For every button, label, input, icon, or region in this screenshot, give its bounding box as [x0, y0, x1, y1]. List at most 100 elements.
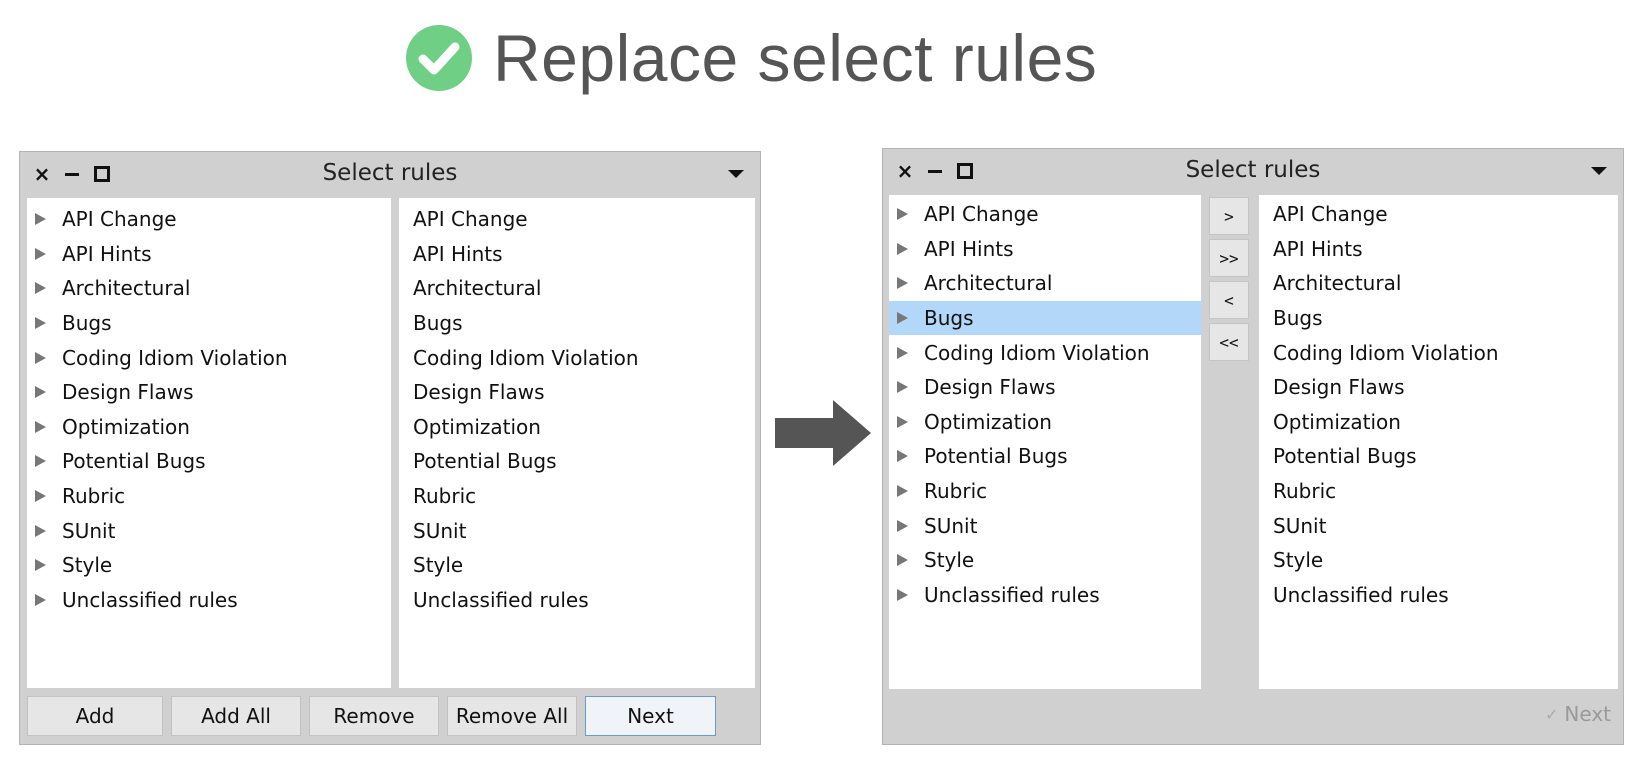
rule-list-item[interactable]: Bugs	[1259, 301, 1618, 336]
remove-button[interactable]: Remove	[309, 696, 439, 736]
rule-list-item[interactable]: SUnit	[399, 513, 755, 548]
rule-list-item[interactable]: Design Flaws	[399, 375, 755, 410]
rule-list-item[interactable]: SUnit	[1259, 508, 1618, 543]
rule-label: Coding Idiom Violation	[1273, 340, 1499, 365]
rule-list-item[interactable]: SUnit	[889, 508, 1201, 543]
rule-list-item[interactable]: API Change	[889, 197, 1201, 232]
rule-list-item[interactable]: Architectural	[399, 271, 755, 306]
available-rules-list[interactable]: API Change API Hints Architectural Bugs Codi…	[27, 198, 391, 688]
expand-triangle-icon[interactable]	[897, 415, 908, 428]
rule-list-item[interactable]: Unclassified rules	[1259, 578, 1618, 613]
rule-list-item[interactable]: Style	[399, 548, 755, 583]
rule-list-item[interactable]: API Hints	[889, 232, 1201, 267]
rule-list-item[interactable]: Design Flaws	[889, 370, 1201, 405]
maximize-icon[interactable]	[955, 161, 975, 181]
rule-list-item[interactable]: Unclassified rules	[889, 578, 1201, 613]
rule-list-item[interactable]: Style	[1259, 543, 1618, 578]
expand-triangle-icon[interactable]	[897, 554, 908, 567]
rule-list-item[interactable]: Architectural	[1259, 266, 1618, 301]
rule-list-item[interactable]: API Hints	[27, 237, 391, 272]
window-menu-icon[interactable]	[728, 170, 744, 178]
available-rules-list[interactable]: API Change API Hints Architectural Bugs Codi…	[889, 195, 1201, 689]
expand-triangle-icon[interactable]	[897, 346, 908, 359]
rule-list-item[interactable]: Rubric	[27, 479, 391, 514]
rule-list-item[interactable]: Style	[27, 548, 391, 583]
rule-list-item[interactable]: Style	[889, 543, 1201, 578]
maximize-icon[interactable]	[92, 164, 112, 184]
expand-triangle-icon[interactable]	[35, 455, 46, 468]
expand-triangle-icon[interactable]	[897, 381, 908, 394]
rule-list-item[interactable]: Design Flaws	[1259, 370, 1618, 405]
expand-triangle-icon[interactable]	[35, 559, 46, 572]
window-titlebar[interactable]: × Select rules	[883, 149, 1623, 195]
add-one-button[interactable]: >	[1209, 197, 1249, 235]
remove-one-button[interactable]: <	[1209, 281, 1249, 319]
expand-triangle-icon[interactable]	[35, 247, 46, 260]
close-icon[interactable]: ×	[895, 161, 915, 181]
close-icon[interactable]: ×	[32, 164, 52, 184]
next-button-disabled[interactable]: ✓ Next	[1545, 702, 1611, 726]
rule-list-item[interactable]: API Change	[399, 202, 755, 237]
rule-list-item[interactable]: Unclassified rules	[27, 583, 391, 618]
select-rules-window-after: × Select rules API Change API Hints Archit…	[882, 148, 1624, 745]
expand-triangle-icon[interactable]	[897, 450, 908, 463]
rule-list-item[interactable]: Potential Bugs	[27, 444, 391, 479]
rule-list-item[interactable]: Design Flaws	[27, 375, 391, 410]
rule-list-item[interactable]: Potential Bugs	[399, 444, 755, 479]
rule-list-item[interactable]: Rubric	[399, 479, 755, 514]
expand-triangle-icon[interactable]	[897, 208, 908, 221]
rule-list-item[interactable]: Coding Idiom Violation	[1259, 335, 1618, 370]
rule-list-item[interactable]: SUnit	[27, 513, 391, 548]
minimize-icon[interactable]	[62, 164, 82, 184]
rule-list-item[interactable]: API Change	[1259, 197, 1618, 232]
minimize-icon[interactable]	[925, 161, 945, 181]
expand-triangle-icon[interactable]	[35, 524, 46, 537]
rule-list-item[interactable]: Optimization	[27, 410, 391, 445]
expand-triangle-icon[interactable]	[897, 312, 908, 325]
remove-all-button[interactable]: <<	[1209, 323, 1249, 361]
add-all-button[interactable]: Add All	[171, 696, 301, 736]
rule-list-item[interactable]: Bugs	[889, 300, 1201, 336]
add-all-button[interactable]: >>	[1209, 239, 1249, 277]
rule-label: API Change	[924, 202, 1039, 227]
rule-list-item[interactable]: Coding Idiom Violation	[399, 340, 755, 375]
add-button[interactable]: Add	[27, 696, 163, 736]
rule-list-item[interactable]: Optimization	[889, 405, 1201, 440]
expand-triangle-icon[interactable]	[35, 593, 46, 606]
selected-rules-list[interactable]: API Change API Hints Architectural Bugs Codi…	[399, 198, 755, 688]
rule-list-item[interactable]: API Change	[27, 202, 391, 237]
expand-triangle-icon[interactable]	[35, 351, 46, 364]
rule-label: API Change	[413, 207, 528, 232]
rule-list-item[interactable]: Rubric	[1259, 474, 1618, 509]
next-button[interactable]: Next	[585, 696, 716, 736]
rule-list-item[interactable]: API Hints	[399, 237, 755, 272]
rule-list-item[interactable]: Potential Bugs	[889, 439, 1201, 474]
rule-list-item[interactable]: Optimization	[1259, 405, 1618, 440]
rule-list-item[interactable]: Optimization	[399, 410, 755, 445]
expand-triangle-icon[interactable]	[35, 386, 46, 399]
expand-triangle-icon[interactable]	[35, 490, 46, 503]
rule-list-item[interactable]: Coding Idiom Violation	[27, 340, 391, 375]
rule-list-item[interactable]: Coding Idiom Violation	[889, 335, 1201, 370]
expand-triangle-icon[interactable]	[35, 213, 46, 226]
expand-triangle-icon[interactable]	[897, 242, 908, 255]
window-titlebar[interactable]: × Select rules	[20, 152, 760, 198]
selected-rules-list[interactable]: API Change API Hints Architectural Bugs Codi…	[1259, 195, 1618, 689]
expand-triangle-icon[interactable]	[897, 277, 908, 290]
window-menu-icon[interactable]	[1591, 167, 1607, 175]
rule-list-item[interactable]: Architectural	[27, 271, 391, 306]
rule-list-item[interactable]: Architectural	[889, 266, 1201, 301]
expand-triangle-icon[interactable]	[35, 420, 46, 433]
expand-triangle-icon[interactable]	[897, 485, 908, 498]
rule-list-item[interactable]: API Hints	[1259, 232, 1618, 267]
rule-list-item[interactable]: Bugs	[27, 306, 391, 341]
remove-all-button[interactable]: Remove All	[447, 696, 577, 736]
rule-list-item[interactable]: Bugs	[399, 306, 755, 341]
rule-list-item[interactable]: Rubric	[889, 474, 1201, 509]
expand-triangle-icon[interactable]	[35, 317, 46, 330]
expand-triangle-icon[interactable]	[897, 519, 908, 532]
rule-list-item[interactable]: Potential Bugs	[1259, 439, 1618, 474]
rule-list-item[interactable]: Unclassified rules	[399, 583, 755, 618]
expand-triangle-icon[interactable]	[897, 588, 908, 601]
expand-triangle-icon[interactable]	[35, 282, 46, 295]
